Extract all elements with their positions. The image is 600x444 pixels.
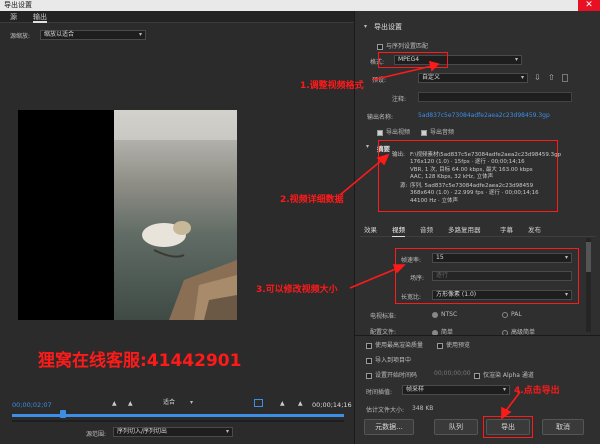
arrowhead-step4 (501, 406, 512, 420)
arrowhead-step1 (428, 60, 440, 72)
arrowhead-step3 (392, 264, 406, 274)
export-settings-window: 导出设置 ✕ 源 输出 源缩放: 缩放以适合 ▾ 狸窝在线客服:41442901… (0, 0, 600, 444)
annotation-step4: 4.点击导出 (514, 386, 560, 396)
annotation-step1: 1.调整视频格式 (300, 81, 364, 91)
arrow-step1 (371, 65, 433, 81)
annotation-step3: 3.可以修改视频大小 (256, 285, 338, 295)
arrow-step3 (349, 267, 399, 289)
arrow-step2 (339, 159, 383, 196)
annotation-arrows (339, 60, 521, 420)
annotation-step2: 2.视频详细数据 (280, 195, 344, 205)
